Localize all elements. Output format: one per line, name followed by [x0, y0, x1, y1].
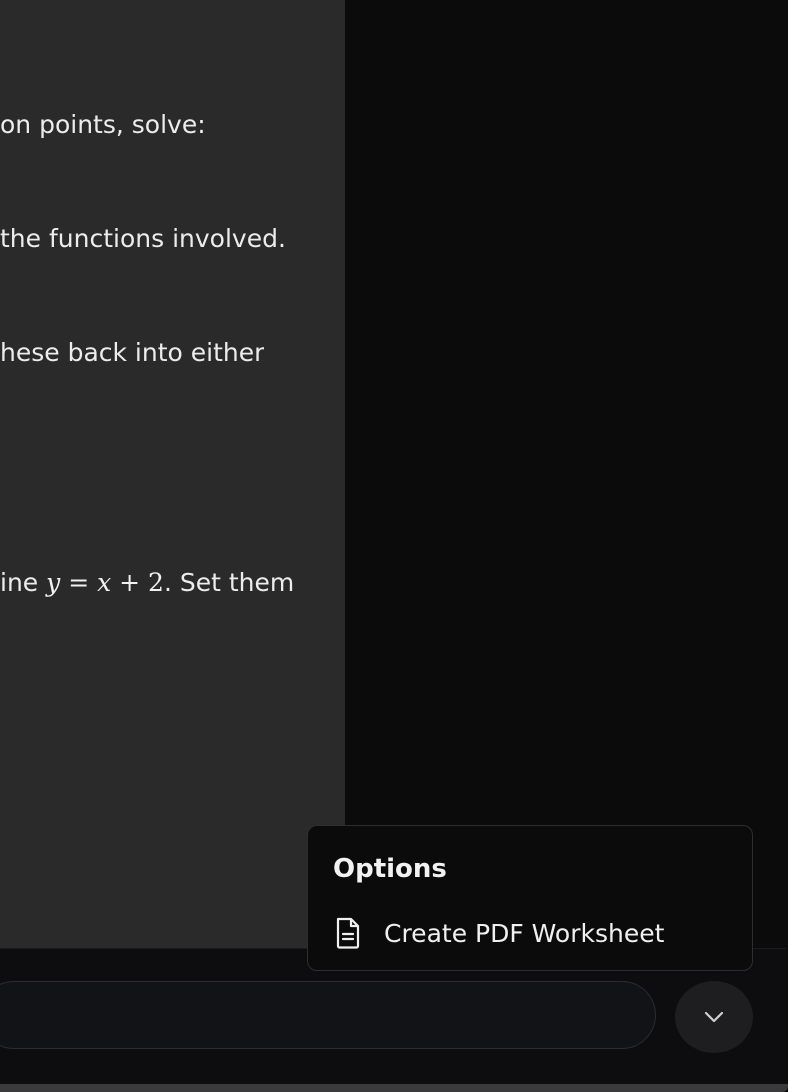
side-area [345, 0, 788, 948]
options-toggle-button[interactable] [675, 981, 753, 1053]
equation-suffix: . Set them [163, 568, 295, 597]
math-equals: = [60, 568, 98, 597]
create-pdf-worksheet-label: Create PDF Worksheet [384, 918, 665, 948]
message-panel: on points, solve: the functions involved… [0, 0, 345, 948]
math-x: x [97, 568, 112, 597]
create-pdf-worksheet-item[interactable]: Create PDF Worksheet [322, 910, 740, 956]
math-plus: + [111, 568, 149, 597]
equation-line: ine y = x + 2. Set them [0, 567, 294, 599]
chevron-down-icon [704, 1011, 724, 1023]
message-line: on points, solve: [0, 110, 206, 139]
equation-prefix: ine [0, 568, 47, 597]
options-title: Options [333, 854, 447, 884]
options-menu: Options Create PDF Worksheet [307, 825, 753, 971]
message-input[interactable] [0, 981, 656, 1049]
window-edge [0, 1084, 788, 1092]
math-y: y [46, 568, 61, 597]
message-line: hese back into either [0, 338, 265, 367]
math-expression: y = x + 2 [46, 568, 164, 597]
math-two: 2 [148, 568, 164, 597]
document-icon [335, 917, 363, 949]
message-line: the functions involved. [0, 224, 286, 253]
